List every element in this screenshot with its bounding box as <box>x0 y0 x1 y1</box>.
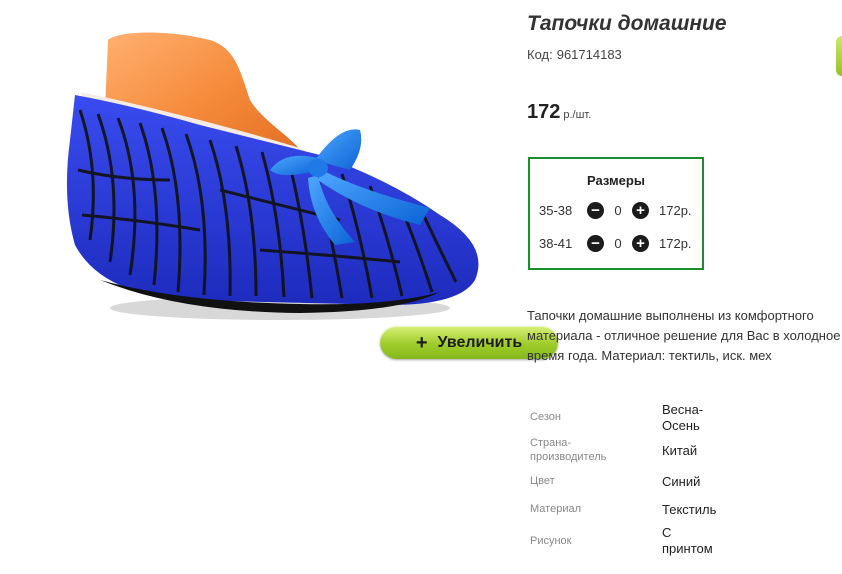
size-label: 35-38 <box>539 202 573 218</box>
plus-icon[interactable]: + <box>632 234 649 252</box>
spec-value: Весна-Осень <box>662 402 704 433</box>
spec-label: Страна-производитель <box>530 437 607 463</box>
size-quantity: 0 <box>614 202 622 218</box>
price-amount: 172 <box>527 101 561 123</box>
spec-label: Цвет <box>530 475 555 487</box>
side-tab[interactable] <box>836 36 842 76</box>
size-price: 172р. <box>659 235 692 251</box>
spec-value: С принтом <box>662 525 713 556</box>
sizes-title: Размеры <box>587 173 645 188</box>
size-price: 172р. <box>659 202 692 218</box>
slipper-illustration <box>66 32 479 320</box>
spec-value: Китай <box>662 443 698 458</box>
spec-value: Синий <box>662 474 701 489</box>
product-price: 172 р./шт. <box>527 101 591 124</box>
plus-icon: + <box>415 331 428 354</box>
product-code-value: 961714183 <box>556 47 622 62</box>
minus-icon[interactable]: − <box>587 201 604 219</box>
minus-icon[interactable]: − <box>587 234 604 252</box>
sizes-selector: Размеры 35-38 − 0 + 172р. 38-41 − 0 + 17… <box>528 157 704 270</box>
spec-value: Текстиль <box>662 502 717 517</box>
product-code-label: Код: <box>527 47 553 62</box>
product-description: Тапочки домашние выполнены из комфортног… <box>527 308 841 363</box>
product-image[interactable]: + Увеличить <box>60 30 558 359</box>
zoom-button-label: Увеличить <box>437 333 523 351</box>
size-quantity: 0 <box>614 235 622 251</box>
price-unit: р./шт. <box>563 109 592 121</box>
size-label: 38-41 <box>539 235 573 251</box>
size-row: 38-41 − 0 + 172р. <box>539 233 692 253</box>
product-title: Тапочки домашние <box>527 12 727 35</box>
spec-label: Рисунок <box>530 535 572 547</box>
spec-label: Материал <box>530 503 581 515</box>
product-code: Код: 961714183 <box>527 47 622 62</box>
spec-label: Сезон <box>530 411 561 423</box>
size-row: 35-38 − 0 + 172р. <box>539 200 692 220</box>
plus-icon[interactable]: + <box>632 201 649 219</box>
